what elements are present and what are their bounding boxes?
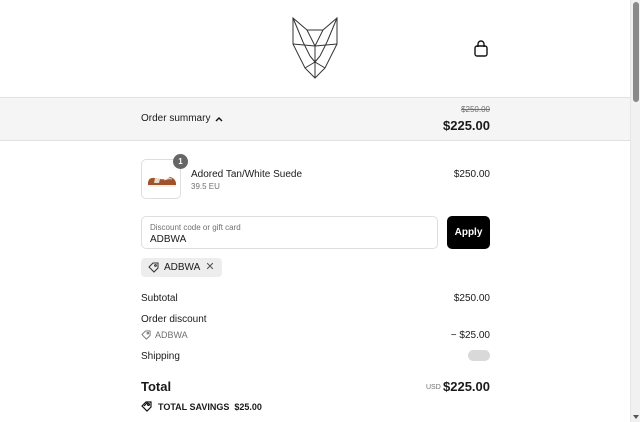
- discounted-price: $225.00: [443, 118, 490, 133]
- discount-code-name: ADBWA: [155, 330, 188, 340]
- wolf-logo-icon[interactable]: [290, 16, 340, 80]
- page-scrollbar[interactable]: [630, 0, 640, 422]
- product-name: Adored Tan/White Suede: [191, 169, 303, 180]
- scrollbar-thumb[interactable]: [633, 2, 639, 102]
- shipping-label: Shipping: [141, 351, 180, 362]
- shipping-loading-placeholder: [468, 350, 490, 361]
- tag-icon: [141, 401, 152, 412]
- order-summary-bar: Order summary $250.00 $225.00: [0, 98, 630, 141]
- store-header: [0, 0, 630, 98]
- tag-icon: [141, 330, 151, 340]
- tag-icon: [148, 262, 159, 273]
- shopping-bag-icon[interactable]: [473, 40, 489, 58]
- applied-code-label: ADBWA: [164, 262, 201, 273]
- order-summary-toggle[interactable]: Order summary: [141, 113, 223, 124]
- product-variant: 39.5 EU: [191, 182, 220, 191]
- product-price: $250.00: [453, 169, 490, 180]
- savings-label: TOTAL SAVINGS: [158, 401, 230, 412]
- product-line-item: 1 Adored Tan/White Suede 39.5 EU $250.00: [141, 154, 490, 201]
- discount-field-label: Discount code or gift card: [150, 223, 241, 232]
- scroll-down-arrow-icon[interactable]: [633, 415, 639, 419]
- total-label: Total: [141, 379, 172, 394]
- order-discount-row: Order discount: [141, 314, 490, 325]
- discount-code-input[interactable]: [150, 234, 420, 245]
- subtotal-label: Subtotal: [141, 293, 178, 304]
- total-savings: TOTAL SAVINGS $25.00: [141, 401, 262, 412]
- order-discount-label: Order discount: [141, 314, 207, 325]
- discount-code-row: ADBWA − $25.00: [141, 330, 490, 341]
- order-summary-label: Order summary: [141, 113, 211, 124]
- discount-amount: − $25.00: [450, 330, 490, 341]
- shipping-row: Shipping: [141, 350, 490, 362]
- total-amount: $225.00: [443, 379, 490, 394]
- total-currency: USD: [426, 384, 441, 391]
- product-thumbnail: 1: [141, 154, 188, 199]
- close-icon[interactable]: ✕: [205, 262, 214, 273]
- subtotal-row: Subtotal $250.00: [141, 293, 490, 304]
- chevron-up-icon: [215, 116, 223, 121]
- original-price: $250.00: [461, 105, 490, 114]
- apply-button[interactable]: Apply: [447, 216, 490, 249]
- shoe-image: [148, 177, 176, 187]
- applied-discount-chip: ADBWA ✕: [141, 258, 222, 277]
- subtotal-value: $250.00: [453, 293, 490, 304]
- savings-amount: $25.00: [234, 401, 262, 412]
- discount-code-field[interactable]: Discount code or gift card: [141, 216, 438, 249]
- quantity-badge: 1: [173, 154, 188, 169]
